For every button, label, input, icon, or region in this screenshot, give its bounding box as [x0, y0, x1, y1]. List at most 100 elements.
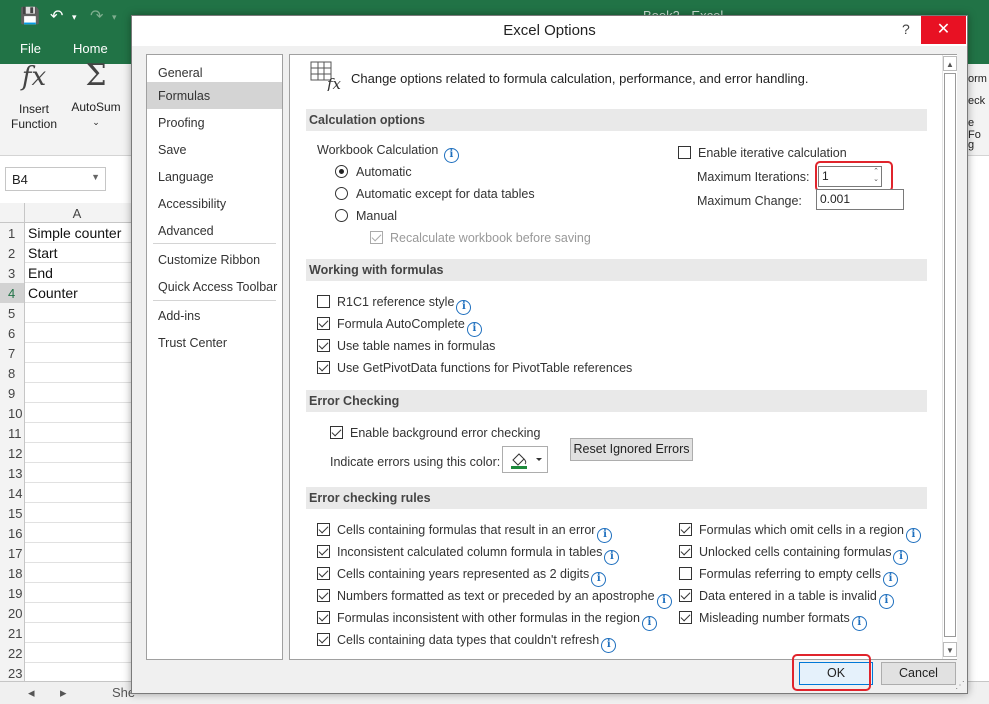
- resize-grip-icon[interactable]: ⋰: [955, 680, 965, 691]
- chevron-down-icon[interactable]: ▼: [91, 172, 100, 182]
- help-icon[interactable]: ?: [902, 21, 910, 37]
- radio-button[interactable]: [335, 165, 348, 178]
- row-number[interactable]: 6: [0, 323, 25, 343]
- info-icon[interactable]: i: [893, 550, 909, 565]
- rule-checkbox-right-4[interactable]: Misleading number formats i: [679, 611, 867, 631]
- redo-icon[interactable]: ↷: [90, 6, 103, 26]
- info-icon[interactable]: i: [466, 322, 482, 337]
- row-number[interactable]: 5: [0, 303, 25, 323]
- row-number[interactable]: 12: [0, 443, 25, 463]
- background-error-checking-checkbox[interactable]: Enable background error checking: [330, 426, 540, 440]
- nav-item-add-ins[interactable]: Add-ins: [147, 302, 282, 329]
- info-icon[interactable]: i: [604, 550, 620, 565]
- tab-home[interactable]: Home: [73, 41, 108, 56]
- radio-automatic-except-data-tables[interactable]: Automatic except for data tables: [335, 187, 535, 201]
- info-icon[interactable]: i: [641, 616, 657, 631]
- row-number[interactable]: 16: [0, 523, 25, 543]
- nav-item-customize-ribbon[interactable]: Customize Ribbon: [147, 246, 282, 273]
- row-number[interactable]: 23: [0, 663, 25, 683]
- rule-checkbox-left-2[interactable]: Cells containing years represented as 2 …: [317, 567, 607, 587]
- row-number[interactable]: 9: [0, 383, 25, 403]
- nav-item-save[interactable]: Save: [147, 136, 282, 163]
- checkbox[interactable]: [679, 523, 692, 536]
- scroll-down-icon[interactable]: ▼: [943, 642, 957, 657]
- row-number[interactable]: 15: [0, 503, 25, 523]
- row-number[interactable]: 4: [0, 283, 25, 303]
- info-icon[interactable]: i: [443, 148, 459, 163]
- cell-a3[interactable]: End: [28, 265, 53, 281]
- row-number[interactable]: 21: [0, 623, 25, 643]
- scroll-right-icon[interactable]: ▸: [60, 685, 67, 701]
- scroll-up-icon[interactable]: ▲: [943, 56, 957, 71]
- info-icon[interactable]: i: [456, 300, 472, 315]
- save-icon[interactable]: 💾: [20, 6, 40, 26]
- radio-button[interactable]: [335, 187, 348, 200]
- checkbox[interactable]: [317, 295, 330, 308]
- row-number[interactable]: 8: [0, 363, 25, 383]
- checkbox[interactable]: [330, 426, 343, 439]
- autosum-button[interactable]: Σ AutoSum ⌄: [68, 61, 124, 130]
- row-number[interactable]: 19: [0, 583, 25, 603]
- info-icon[interactable]: i: [878, 594, 894, 609]
- row-number[interactable]: 1: [0, 223, 25, 243]
- reset-ignored-errors-button[interactable]: Reset Ignored Errors: [570, 438, 693, 461]
- checkbox[interactable]: [317, 611, 330, 624]
- rule-checkbox-right-0[interactable]: Formulas which omit cells in a region i: [679, 523, 921, 543]
- rule-checkbox-right-3[interactable]: Data entered in a table is invalid i: [679, 589, 894, 609]
- checkbox[interactable]: [317, 339, 330, 352]
- radio-manual[interactable]: Manual: [335, 209, 397, 223]
- row-number[interactable]: 20: [0, 603, 25, 623]
- radio-automatic[interactable]: Automatic: [335, 165, 412, 179]
- checkbox[interactable]: [679, 545, 692, 558]
- checkbox[interactable]: [317, 545, 330, 558]
- info-icon[interactable]: i: [656, 594, 672, 609]
- content-scrollbar[interactable]: ▲ ▼: [942, 55, 957, 659]
- undo-icon[interactable]: ↶: [50, 6, 63, 26]
- formula-autocomplete-checkbox[interactable]: Formula AutoComplete i: [317, 317, 482, 337]
- rule-checkbox-left-4[interactable]: Formulas inconsistent with other formula…: [317, 611, 657, 631]
- select-all-corner[interactable]: [0, 203, 25, 223]
- insert-function-button[interactable]: fx Insert Function: [8, 64, 60, 132]
- nav-item-quick-access-toolbar[interactable]: Quick Access Toolbar: [147, 273, 282, 300]
- rule-checkbox-left-1[interactable]: Inconsistent calculated column formula i…: [317, 545, 620, 565]
- nav-item-trust-center[interactable]: Trust Center: [147, 329, 282, 356]
- checkbox[interactable]: [317, 589, 330, 602]
- cell-a2[interactable]: Start: [28, 245, 58, 261]
- getpivotdata-checkbox[interactable]: Use GetPivotData functions for PivotTabl…: [317, 361, 632, 375]
- rule-checkbox-left-5[interactable]: Cells containing data types that couldn'…: [317, 633, 617, 653]
- cancel-button[interactable]: Cancel: [881, 662, 956, 685]
- max-change-input[interactable]: 0.001: [816, 189, 904, 210]
- scroll-left-icon[interactable]: ◂: [28, 685, 35, 701]
- row-number[interactable]: 17: [0, 543, 25, 563]
- info-icon[interactable]: i: [591, 572, 607, 587]
- row-number[interactable]: 13: [0, 463, 25, 483]
- checkbox[interactable]: [678, 146, 691, 159]
- row-number[interactable]: 2: [0, 243, 25, 263]
- info-icon[interactable]: i: [883, 572, 899, 587]
- checkbox[interactable]: [317, 523, 330, 536]
- checkbox[interactable]: [679, 611, 692, 624]
- cell-a4[interactable]: Counter: [28, 285, 78, 301]
- info-icon[interactable]: i: [601, 638, 617, 653]
- checkbox[interactable]: [679, 589, 692, 602]
- close-button[interactable]: ✕: [921, 16, 966, 44]
- radio-button[interactable]: [335, 209, 348, 222]
- checkbox[interactable]: [679, 567, 692, 580]
- row-number[interactable]: 22: [0, 643, 25, 663]
- r1c1-checkbox[interactable]: R1C1 reference style i: [317, 295, 472, 315]
- rule-checkbox-left-3[interactable]: Numbers formatted as text or preceded by…: [317, 589, 672, 609]
- nav-item-language[interactable]: Language: [147, 163, 282, 190]
- nav-item-formulas[interactable]: Formulas: [147, 82, 282, 109]
- row-number[interactable]: 11: [0, 423, 25, 443]
- column-header-a[interactable]: A: [26, 206, 128, 221]
- tab-file[interactable]: File: [20, 41, 41, 56]
- info-icon[interactable]: i: [905, 528, 921, 543]
- undo-dropdown-icon[interactable]: ▾: [72, 12, 77, 23]
- row-number[interactable]: 7: [0, 343, 25, 363]
- enable-iterative-calculation-checkbox[interactable]: Enable iterative calculation: [678, 146, 847, 160]
- row-number[interactable]: 10: [0, 403, 25, 423]
- row-number[interactable]: 14: [0, 483, 25, 503]
- checkbox[interactable]: [317, 633, 330, 646]
- nav-item-accessibility[interactable]: Accessibility: [147, 190, 282, 217]
- table-names-checkbox[interactable]: Use table names in formulas: [317, 339, 495, 353]
